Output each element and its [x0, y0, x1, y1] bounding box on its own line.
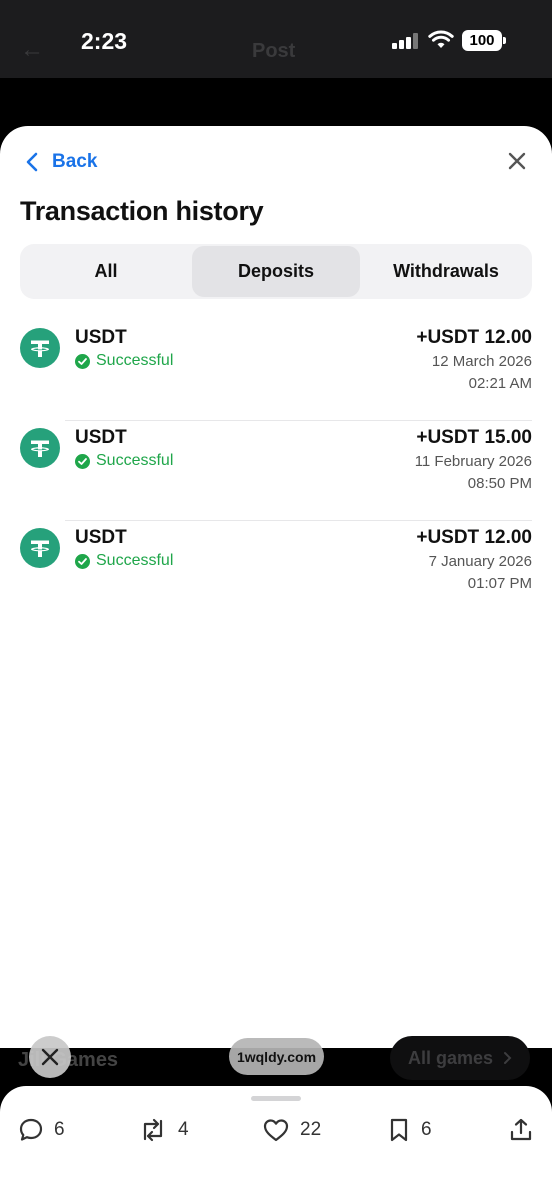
tab-bar: All Deposits Withdrawals: [20, 244, 532, 299]
bookmark-button[interactable]: 6: [387, 1117, 432, 1143]
url-pill[interactable]: 1wqldy.com: [229, 1038, 324, 1075]
chevron-right-icon: [504, 1052, 512, 1064]
check-circle-icon: [75, 453, 90, 469]
status-badge: Successful: [75, 552, 173, 570]
post-action-bar: 6 4 22 6: [0, 1086, 552, 1200]
asset-name: USDT: [75, 327, 127, 348]
share-icon: [510, 1118, 532, 1141]
transaction-amount: +USDT 15.00: [416, 427, 532, 448]
transaction-row[interactable]: USDT Successful +USDT 12.00 12 March 202…: [0, 321, 552, 421]
bookmark-count: 6: [421, 1119, 432, 1140]
transaction-time: 02:21 AM: [468, 375, 532, 392]
transaction-time: 08:50 PM: [467, 475, 532, 492]
battery-icon: 100: [462, 30, 506, 51]
reply-button[interactable]: 6: [18, 1117, 65, 1143]
check-circle-icon: [75, 553, 90, 569]
status-text: Successful: [96, 352, 174, 369]
all-games-label: All games: [407, 1047, 494, 1068]
signal-icon: [392, 33, 420, 49]
back-button[interactable]: Back: [26, 151, 97, 173]
transaction-list: USDT Successful +USDT 12.00 12 March 202…: [0, 321, 552, 621]
transaction-date: 12 March 2026: [431, 353, 532, 370]
close-icon[interactable]: [506, 150, 528, 172]
tether-icon: [20, 328, 60, 368]
bookmark-icon: [390, 1118, 408, 1142]
status-text: Successful: [96, 552, 174, 569]
chevron-left-icon: [26, 152, 38, 172]
repost-button[interactable]: 4: [138, 1117, 189, 1143]
status-badge: Successful: [75, 452, 173, 470]
status-badge: Successful: [75, 352, 173, 370]
transaction-amount: +USDT 12.00: [416, 327, 532, 348]
asset-name: USDT: [75, 527, 127, 548]
status-time: 2:23: [81, 28, 128, 54]
asset-name: USDT: [75, 427, 127, 448]
transaction-row[interactable]: USDT Successful +USDT 12.00 7 January 20…: [0, 521, 552, 621]
transaction-amount: +USDT 12.00: [416, 527, 532, 548]
transaction-time: 01:07 PM: [467, 575, 532, 592]
background-back-arrow-icon: ←: [20, 36, 44, 63]
tab-all[interactable]: All: [22, 246, 190, 297]
all-games-button[interactable]: All games: [390, 1036, 530, 1080]
transaction-sheet: Back Transaction history All Deposits Wi…: [0, 126, 552, 1060]
dismiss-button[interactable]: [29, 1036, 71, 1078]
check-circle-icon: [75, 353, 90, 369]
share-button[interactable]: [508, 1117, 534, 1143]
status-bar: ← 2:23 Post 100: [0, 0, 552, 78]
tether-icon: [20, 528, 60, 568]
tab-deposits[interactable]: Deposits: [192, 246, 360, 297]
status-text: Successful: [96, 452, 174, 469]
transaction-row[interactable]: USDT Successful +USDT 15.00 11 February …: [0, 421, 552, 521]
wifi-icon: [428, 30, 454, 48]
close-icon: [41, 1048, 59, 1066]
heart-icon: [263, 1119, 289, 1142]
like-count: 22: [300, 1119, 322, 1140]
tether-icon: [20, 428, 60, 468]
drag-handle[interactable]: [251, 1096, 301, 1101]
page-title: Transaction history: [20, 196, 264, 226]
comment-icon: [19, 1118, 43, 1141]
like-button[interactable]: 22: [262, 1117, 321, 1143]
tab-withdrawals[interactable]: Withdrawals: [362, 246, 530, 297]
transaction-date: 7 January 2026: [428, 553, 532, 570]
back-label: Back: [52, 151, 98, 172]
repost-icon: [143, 1118, 163, 1142]
background-page-title: Post: [252, 40, 296, 62]
reply-count: 6: [54, 1119, 65, 1140]
repost-count: 4: [178, 1119, 189, 1140]
transaction-date: 11 February 2026: [414, 453, 532, 470]
